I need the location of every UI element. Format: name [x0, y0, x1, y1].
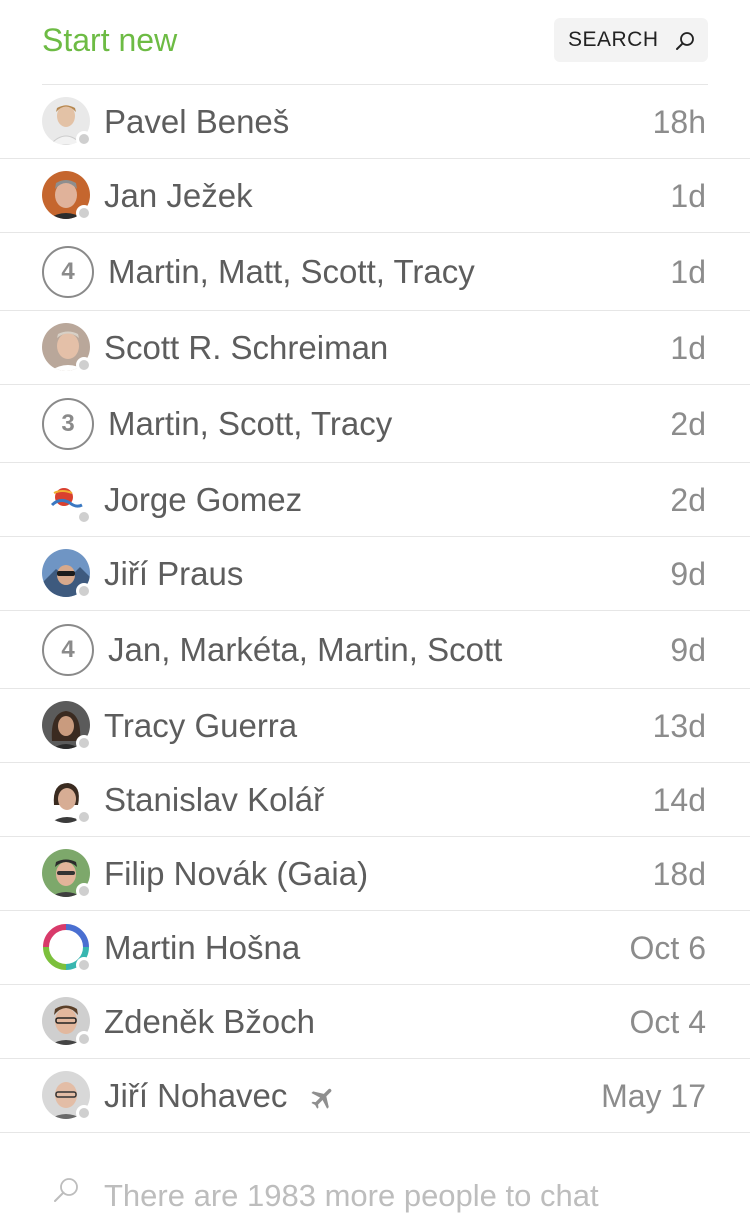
conversation-list: Pavel Beneš 18h Jan Ježek 1d 4 Martin, M… — [0, 85, 750, 1133]
more-people-text: There are 1983 more people to chat — [104, 1178, 599, 1213]
conversation-name: Martin, Matt, Scott, Tracy — [108, 253, 475, 290]
conversation-name: Jiří Nohavec — [104, 1076, 337, 1116]
avatar — [42, 923, 92, 973]
group-count-badge: 3 — [42, 398, 94, 450]
conversation-time: 1d — [670, 178, 706, 214]
conversation-name: Tracy Guerra — [104, 707, 298, 744]
avatar — [42, 97, 92, 147]
status-indicator — [76, 357, 92, 373]
conversation-name: Filip Novák (Gaia) — [104, 855, 369, 892]
search-button[interactable]: SEARCH — [554, 18, 708, 62]
conversation-time: 1d — [670, 330, 706, 366]
status-indicator — [76, 1105, 92, 1121]
conversation-name: Jorge Gomez — [104, 481, 303, 518]
conversation-row[interactable]: Jiří Nohavec May 17 — [0, 1059, 750, 1133]
avatar — [42, 323, 92, 373]
conversation-name: Martin, Scott, Tracy — [108, 405, 393, 442]
conversation-time: 14d — [652, 782, 706, 818]
conversation-row[interactable]: 4 Jan, Markéta, Martin, Scott 9d — [0, 611, 750, 689]
conversation-row[interactable]: Filip Novák (Gaia) 18d — [0, 837, 750, 911]
conversation-row[interactable]: Jorge Gomez 2d — [0, 463, 750, 537]
conversation-row[interactable]: Tracy Guerra 13d — [0, 689, 750, 763]
conversation-row[interactable]: Scott R. Schreiman 1d — [0, 311, 750, 385]
conversation-name: Jan, Markéta, Martin, Scott — [108, 631, 503, 668]
conversation-time: Oct 6 — [629, 930, 706, 966]
avatar — [42, 171, 92, 221]
avatar — [42, 997, 92, 1047]
search-button-label: SEARCH — [568, 28, 659, 51]
status-indicator — [76, 957, 92, 973]
conversation-row[interactable]: Jan Ježek 1d — [0, 159, 750, 233]
conversation-row[interactable]: 4 Martin, Matt, Scott, Tracy 1d — [0, 233, 750, 311]
conversation-name: Jiří Praus — [104, 555, 244, 592]
avatar — [42, 775, 92, 825]
conversation-time: 9d — [670, 632, 706, 668]
conversation-time: 1d — [670, 254, 706, 290]
conversation-row[interactable]: 3 Martin, Scott, Tracy 2d — [0, 385, 750, 463]
conversation-row[interactable]: Zdeněk Bžoch Oct 4 — [0, 985, 750, 1059]
conversation-name: Stanislav Kolář — [104, 781, 325, 818]
search-icon — [676, 32, 694, 50]
avatar — [42, 475, 92, 525]
conversation-time: May 17 — [601, 1078, 706, 1114]
status-indicator — [76, 131, 92, 147]
conversation-time: Oct 4 — [629, 1004, 706, 1040]
status-indicator — [76, 205, 92, 221]
status-indicator — [76, 735, 92, 751]
conversation-time: 13d — [652, 708, 706, 744]
conversation-time: 18d — [652, 856, 706, 892]
conversation-row[interactable]: Pavel Beneš 18h — [0, 85, 750, 159]
conversation-name: Martin Hošna — [104, 929, 301, 966]
more-people-footer[interactable]: There are 1983 more people to chat — [0, 1150, 750, 1213]
status-indicator — [76, 883, 92, 899]
status-indicator — [76, 809, 92, 825]
avatar — [42, 701, 92, 751]
conversation-time: 18h — [652, 104, 706, 140]
conversation-time: 9d — [670, 556, 706, 592]
airplane-icon — [311, 1089, 331, 1110]
conversation-name: Zdeněk Bžoch — [104, 1003, 315, 1040]
conversation-name: Jan Ježek — [104, 177, 253, 214]
avatar — [42, 849, 92, 899]
status-indicator — [76, 509, 92, 525]
conversation-name: Scott R. Schreiman — [104, 329, 389, 366]
status-indicator — [76, 583, 92, 599]
avatar — [42, 1071, 92, 1121]
conversation-row[interactable]: Jiří Praus 9d — [0, 537, 750, 611]
avatar — [42, 549, 92, 599]
group-count-badge: 4 — [42, 246, 94, 298]
conversation-row[interactable]: Martin Hošna Oct 6 — [0, 911, 750, 985]
group-count-badge: 4 — [42, 624, 94, 676]
header: Start new SEARCH — [0, 0, 750, 85]
conversation-name-text: Jiří Nohavec — [104, 1077, 288, 1114]
conversation-time: 2d — [670, 482, 706, 518]
search-icon — [54, 1178, 78, 1202]
conversation-row[interactable]: Stanislav Kolář 14d — [0, 763, 750, 837]
conversation-name: Pavel Beneš — [104, 103, 290, 140]
conversation-time: 2d — [670, 406, 706, 442]
status-indicator — [76, 1031, 92, 1047]
start-new-button[interactable]: Start new — [42, 20, 177, 60]
